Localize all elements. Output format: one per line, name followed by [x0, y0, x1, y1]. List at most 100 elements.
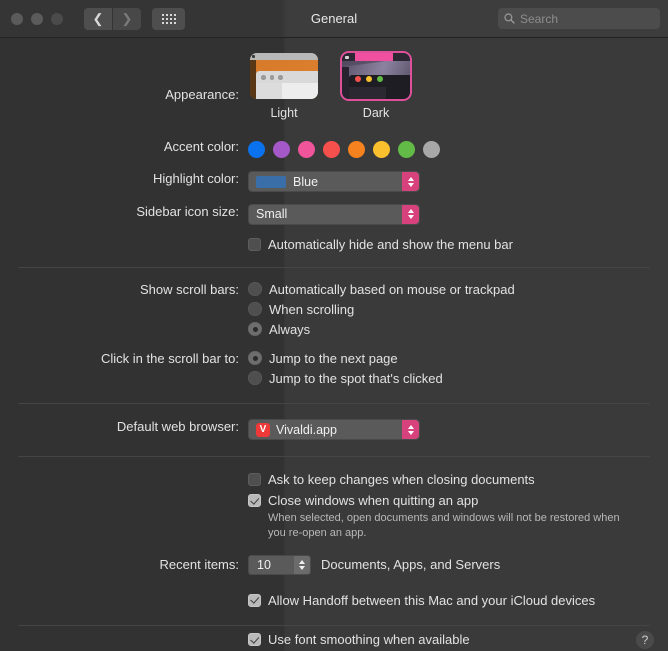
vivaldi-app-icon: V — [256, 422, 270, 437]
show-scroll-bars-label: Show scroll bars: — [140, 281, 239, 297]
sidebar-icon-size-label: Sidebar icon size: — [136, 203, 239, 219]
scroll-click-radio-spot-clicked[interactable] — [248, 371, 262, 385]
ask-keep-changes-label: Ask to keep changes when closing documen… — [268, 472, 535, 487]
appearance-label: Appearance: — [165, 87, 239, 102]
scroll-bar-click-row: Click in the scroll bar to: Jump to the … — [0, 351, 668, 391]
ask-keep-changes-option[interactable]: Ask to keep changes when closing documen… — [248, 472, 668, 487]
scroll-bar-click-label: Click in the scroll bar to: — [101, 350, 239, 366]
dark-appearance-label: Dark — [362, 106, 390, 120]
light-appearance-label: Light — [270, 106, 298, 120]
popup-stepper-icon[interactable] — [402, 420, 419, 439]
minimize-button[interactable] — [31, 12, 43, 25]
chevron-left-icon: ❮ — [92, 11, 104, 26]
scroll-bars-radio-always[interactable] — [248, 322, 262, 336]
accent-swatch-purple[interactable] — [273, 141, 290, 158]
scroll-click-option-spot-clicked[interactable]: Jump to the spot that's clicked — [248, 371, 668, 386]
default-browser-row: Default web browser: V Vivaldi.app — [0, 418, 668, 440]
search-field[interactable]: Search — [498, 8, 660, 29]
scroll-bars-radio-automatic[interactable] — [248, 282, 262, 296]
divider — [18, 266, 650, 268]
font-smoothing-row: Use font smoothing when available — [0, 632, 668, 651]
window-toolbar: ❮ ❯ General Search — [0, 0, 668, 38]
popup-stepper-icon[interactable] — [402, 204, 419, 224]
popup-stepper-icon[interactable] — [402, 172, 419, 191]
system-preferences-window: ❮ ❯ General Search Appearance: Light Dar… — [0, 0, 668, 651]
scroll-bars-option-always[interactable]: Always — [248, 322, 668, 337]
auto-hide-menu-bar-option[interactable]: Automatically hide and show the menu bar — [248, 237, 668, 252]
font-smoothing-option[interactable]: Use font smoothing when available — [248, 632, 668, 647]
recent-items-stepper-icon[interactable] — [294, 555, 310, 574]
auto-hide-menu-bar-label: Automatically hide and show the menu bar — [268, 236, 513, 252]
recent-items-value[interactable]: 10 — [257, 558, 271, 572]
show-scroll-bars-row: Show scroll bars: Automatically based on… — [0, 282, 668, 342]
sidebar-icon-size-value: Small — [256, 207, 288, 221]
scroll-click-label-spot-clicked: Jump to the spot that's clicked — [269, 370, 443, 386]
recent-items-label: Recent items: — [159, 557, 239, 573]
close-button[interactable] — [11, 12, 23, 25]
accent-color-swatches — [248, 139, 668, 158]
handoff-row: Allow Handoff between this Mac and your … — [0, 593, 668, 614]
help-button[interactable]: ? — [636, 631, 654, 649]
chevron-right-icon: ❯ — [121, 11, 133, 26]
accent-swatch-blue[interactable] — [248, 141, 265, 158]
divider — [18, 624, 650, 626]
appearance-row: Appearance: Light Dark — [0, 53, 668, 120]
accent-color-row: Accent color: — [0, 139, 668, 158]
highlight-color-value: Blue — [293, 174, 319, 189]
sidebar-icon-size-popup[interactable]: Small — [248, 203, 420, 225]
default-browser-popup[interactable]: V Vivaldi.app — [248, 419, 420, 440]
handoff-option[interactable]: Allow Handoff between this Mac and your … — [248, 593, 668, 608]
close-windows-option[interactable]: Close windows when quitting an app — [248, 493, 668, 508]
close-windows-label: Close windows when quitting an app — [268, 493, 479, 508]
forward-button[interactable]: ❯ — [113, 7, 141, 30]
highlight-color-swatch — [256, 175, 286, 188]
scroll-click-label-next-page: Jump to the next page — [269, 350, 398, 366]
appearance-options: Light Dark — [248, 53, 668, 120]
scroll-click-option-next-page[interactable]: Jump to the next page — [248, 351, 668, 366]
auto-hide-menu-bar-checkbox[interactable] — [248, 237, 261, 251]
divider — [18, 456, 650, 457]
accent-color-label: Accent color: — [163, 139, 239, 154]
accent-swatch-red[interactable] — [323, 141, 340, 158]
back-button[interactable]: ❮ — [84, 7, 112, 30]
scroll-click-radio-next-page[interactable] — [248, 351, 262, 365]
handoff-label: Allow Handoff between this Mac and your … — [268, 592, 596, 608]
close-windows-checkbox[interactable] — [248, 494, 261, 507]
recent-items-row: Recent items: 10 Documents, Apps, and Se… — [0, 554, 668, 575]
grid-view-icon — [161, 13, 176, 24]
accent-swatch-orange[interactable] — [348, 141, 365, 158]
recent-items-suffix: Documents, Apps, and Servers — [321, 557, 501, 573]
scroll-bars-radio-when-scrolling[interactable] — [248, 302, 262, 316]
accent-swatch-pink[interactable] — [298, 141, 315, 158]
scroll-bars-option-automatic[interactable]: Automatically based on mouse or trackpad — [248, 282, 668, 297]
scroll-bars-label-when-scrolling: When scrolling — [269, 301, 355, 317]
show-all-button[interactable] — [152, 7, 185, 30]
search-input[interactable]: Search — [520, 12, 558, 26]
accent-swatch-green[interactable] — [398, 141, 415, 158]
highlight-color-row: Highlight color: Blue — [0, 171, 668, 193]
dark-appearance-thumbnail[interactable] — [342, 53, 410, 99]
highlight-color-popup[interactable]: Blue — [248, 171, 420, 192]
light-appearance-thumbnail[interactable] — [250, 53, 318, 99]
appearance-option-dark[interactable]: Dark — [340, 53, 412, 120]
scroll-bars-option-when-scrolling[interactable]: When scrolling — [248, 302, 668, 317]
default-browser-label: Default web browser: — [116, 418, 239, 434]
recent-items-stepper[interactable]: 10 — [248, 554, 311, 575]
accent-swatch-graphite[interactable] — [423, 141, 440, 158]
scroll-bars-label-always: Always — [269, 321, 311, 337]
zoom-button[interactable] — [51, 12, 63, 25]
handoff-checkbox[interactable] — [248, 593, 261, 607]
scroll-bars-label-automatic: Automatically based on mouse or trackpad — [269, 281, 515, 297]
search-icon — [504, 13, 515, 24]
ask-keep-changes-checkbox[interactable] — [248, 473, 261, 486]
navigation-buttons: ❮ ❯ — [84, 7, 141, 30]
font-smoothing-label: Use font smoothing when available — [268, 632, 470, 647]
highlight-color-label: Highlight color: — [153, 171, 239, 186]
font-smoothing-checkbox[interactable] — [248, 633, 261, 646]
close-windows-help-text: When selected, open documents and window… — [268, 512, 620, 539]
divider — [18, 402, 650, 404]
appearance-option-light[interactable]: Light — [248, 53, 320, 120]
sidebar-icon-size-row: Sidebar icon size: Small — [0, 203, 668, 225]
accent-swatch-yellow[interactable] — [373, 141, 390, 158]
traffic-lights — [0, 12, 63, 25]
